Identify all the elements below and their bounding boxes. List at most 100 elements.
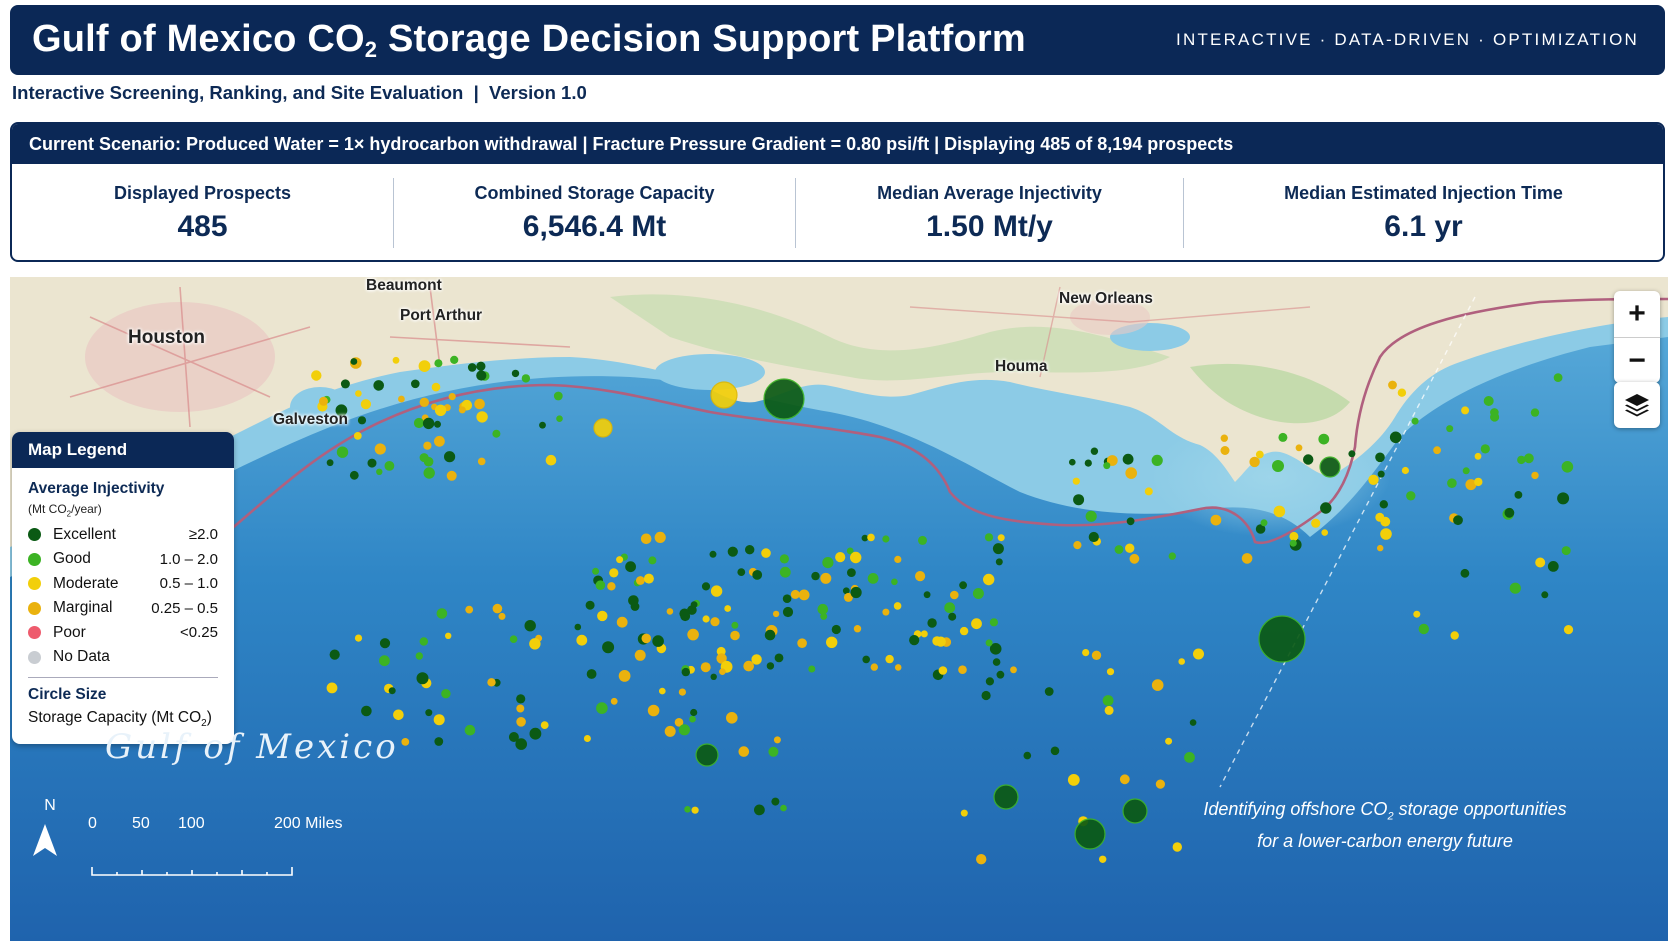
prospect-marker[interactable] [540, 721, 549, 729]
prospect-marker[interactable] [1490, 408, 1499, 417]
map-view[interactable]: Houston Beaumont Port Arthur Galveston N… [10, 277, 1668, 941]
prospect-marker[interactable] [529, 727, 542, 740]
prospect-marker[interactable] [1474, 477, 1483, 487]
prospect-marker[interactable] [487, 678, 496, 687]
prospect-marker[interactable] [433, 714, 445, 726]
prospect-marker[interactable] [862, 655, 870, 664]
prospect-marker[interactable] [357, 416, 367, 425]
prospect-marker[interactable] [835, 552, 846, 563]
prospect-marker[interactable] [1220, 446, 1230, 455]
prospect-marker[interactable] [1106, 668, 1115, 676]
prospect-marker[interactable] [948, 612, 957, 621]
prospect-marker[interactable] [983, 573, 995, 586]
prospect-marker[interactable] [992, 543, 1004, 555]
prospect-marker[interactable] [1073, 541, 1082, 550]
prospect-marker[interactable] [959, 626, 969, 636]
prospect-marker[interactable] [915, 571, 926, 582]
zoom-out-button[interactable]: − [1614, 337, 1660, 383]
prospect-marker[interactable] [393, 709, 404, 721]
prospect-marker[interactable] [764, 629, 776, 641]
prospect-marker[interactable] [1380, 516, 1391, 527]
prospect-marker[interactable] [477, 457, 486, 466]
prospect-marker[interactable] [336, 446, 349, 458]
prospect-marker[interactable] [1535, 557, 1546, 568]
prospect-marker[interactable] [1547, 561, 1559, 572]
prospect-marker[interactable] [1563, 625, 1574, 635]
prospect-marker[interactable] [798, 589, 810, 601]
prospect-marker[interactable] [1446, 425, 1454, 433]
prospect-marker[interactable] [779, 566, 791, 578]
prospect-marker[interactable] [574, 623, 582, 631]
prospect-marker[interactable] [516, 717, 526, 727]
prospect-marker[interactable] [392, 356, 400, 364]
prospect-marker[interactable] [654, 531, 666, 543]
prospect-marker[interactable] [782, 594, 792, 603]
prospect-marker[interactable] [422, 417, 435, 430]
prospect-marker[interactable] [1010, 666, 1017, 674]
prospect-marker[interactable] [1067, 774, 1080, 786]
prospect-marker[interactable] [992, 658, 1001, 666]
prospect-marker[interactable] [1104, 705, 1114, 715]
prospect-marker[interactable] [996, 670, 1005, 679]
prospect-marker[interactable] [434, 359, 443, 368]
prospect-marker[interactable] [355, 390, 362, 397]
prospect-marker[interactable] [425, 709, 433, 717]
prospect-marker[interactable] [1122, 453, 1134, 465]
prospect-marker[interactable] [353, 432, 362, 440]
prospect-marker[interactable] [752, 570, 763, 580]
prospect-marker[interactable] [448, 393, 456, 401]
prospect-marker[interactable] [585, 600, 595, 610]
prospect-marker[interactable] [1272, 460, 1284, 472]
prospect-marker[interactable] [1379, 500, 1389, 509]
prospect-marker[interactable] [434, 420, 441, 428]
prospect-marker[interactable] [634, 649, 646, 661]
prospect-marker[interactable] [641, 633, 652, 644]
prospect-marker[interactable] [509, 635, 518, 643]
prospect-marker[interactable] [981, 690, 991, 701]
prospect-marker[interactable] [467, 363, 477, 372]
prospect-marker[interactable] [616, 556, 624, 564]
prospect-marker[interactable] [709, 550, 717, 558]
prospect-marker[interactable] [434, 737, 444, 746]
prospect-marker[interactable] [465, 605, 474, 614]
prospect-marker[interactable] [1184, 752, 1195, 763]
prospect-marker[interactable] [553, 391, 563, 401]
prospect-marker[interactable] [1241, 553, 1253, 564]
prospect-marker[interactable] [374, 443, 386, 455]
prospect-marker[interactable] [511, 369, 520, 378]
prospect-marker-large[interactable] [695, 743, 719, 767]
prospect-marker[interactable] [1144, 487, 1153, 496]
prospect-marker-large[interactable] [1319, 456, 1341, 478]
prospect-marker[interactable] [1557, 492, 1570, 505]
prospect-marker[interactable] [652, 635, 664, 647]
prospect-marker[interactable] [1348, 450, 1356, 458]
prospect-marker[interactable] [1193, 648, 1204, 660]
prospect-marker[interactable] [773, 736, 781, 744]
prospect-marker-large[interactable] [1258, 615, 1306, 663]
prospect-marker[interactable] [1377, 470, 1385, 478]
prospect-marker[interactable] [1320, 502, 1332, 514]
prospect-marker[interactable] [701, 582, 711, 591]
prospect-marker[interactable] [710, 673, 717, 680]
prospect-marker[interactable] [678, 724, 691, 736]
prospect-marker[interactable] [666, 608, 674, 615]
prospect-marker[interactable] [684, 806, 691, 813]
prospect-marker[interactable] [1514, 491, 1523, 499]
prospect-marker[interactable] [724, 605, 732, 612]
prospect-marker[interactable] [779, 554, 790, 564]
prospect-marker[interactable] [761, 548, 771, 558]
prospect-marker[interactable] [1073, 494, 1085, 506]
prospect-marker[interactable] [959, 581, 967, 590]
prospect-marker[interactable] [1249, 456, 1260, 468]
prospect-marker[interactable] [1388, 380, 1397, 390]
prospect-marker[interactable] [1413, 610, 1421, 618]
prospect-marker[interactable] [1044, 687, 1054, 696]
prospect-marker[interactable] [870, 663, 878, 671]
prospect-marker[interactable] [1418, 623, 1430, 635]
prospect-marker[interactable] [1504, 507, 1515, 518]
prospect-marker[interactable] [664, 725, 676, 737]
prospect-marker[interactable] [891, 578, 898, 586]
prospect-marker[interactable] [972, 588, 984, 599]
prospect-marker[interactable] [1311, 518, 1321, 528]
prospect-marker[interactable] [831, 624, 841, 635]
